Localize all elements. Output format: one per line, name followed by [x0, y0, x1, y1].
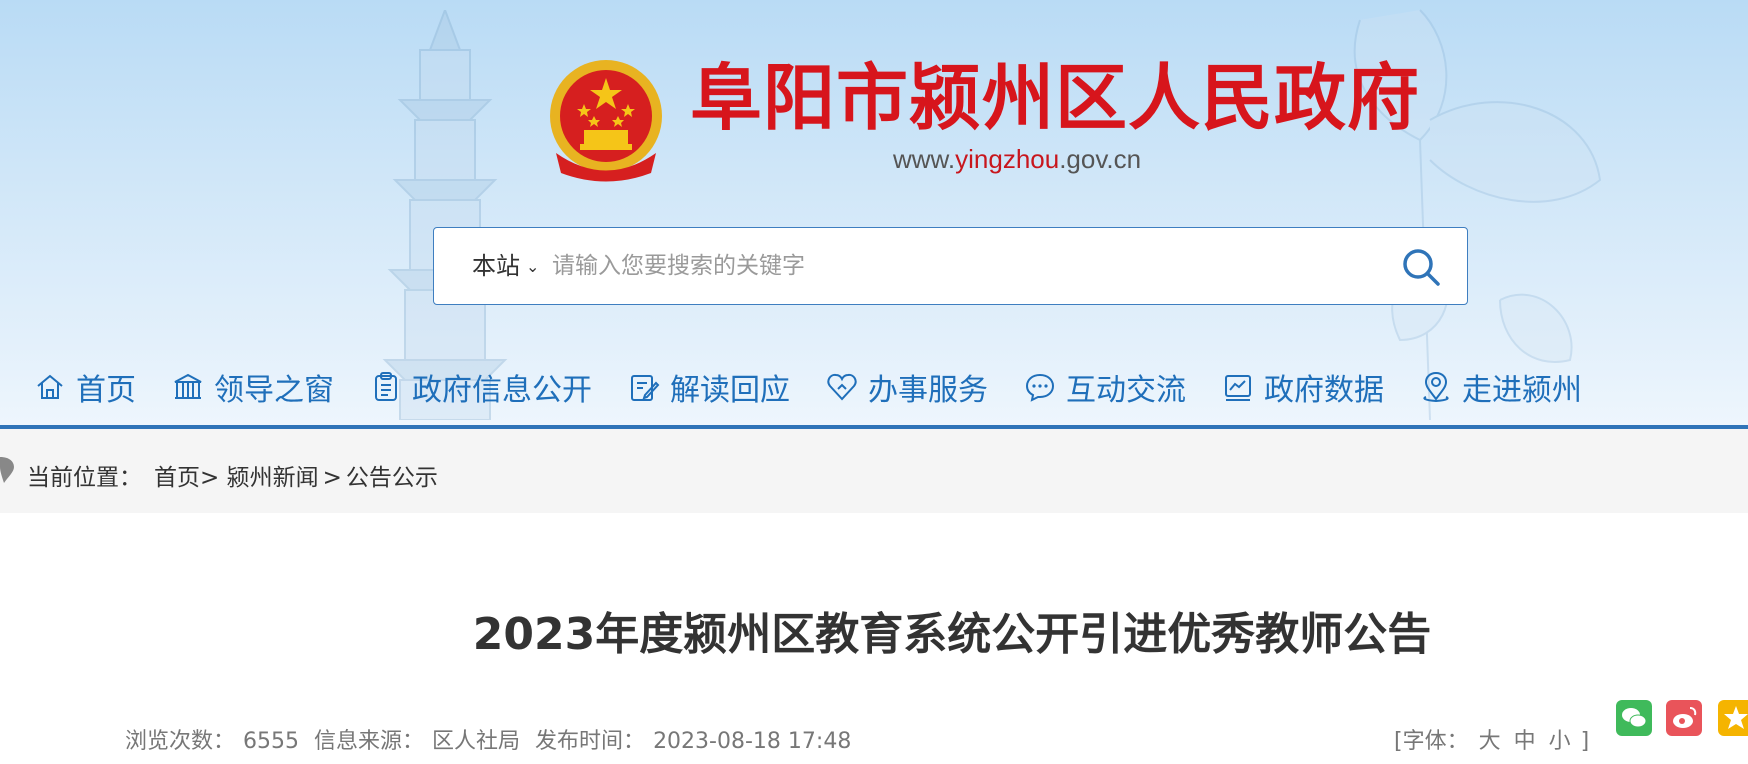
nav-item-home[interactable]: 首页	[34, 365, 136, 409]
font-size-controls: [字体： 大 中 小 ]	[1394, 723, 1589, 755]
nav-item-label: 政府数据	[1264, 373, 1384, 408]
edit-icon	[631, 375, 660, 401]
pagoda-illustration	[382, 10, 508, 420]
source-label: 信息来源：	[314, 729, 425, 754]
views-count: 6555	[243, 729, 300, 754]
chevron-down-icon: ⌄	[526, 257, 540, 276]
home-icon	[37, 374, 63, 399]
nav-item-label: 解读回应	[670, 373, 790, 408]
main-nav: 首页 领导之窗 政府信息公开 解读回应 办事服务 互动交流 政府数据 走进颍州	[34, 362, 1618, 412]
font-size-medium[interactable]: 中	[1514, 729, 1536, 754]
wechat-icon	[1622, 708, 1647, 728]
national-emblem-icon	[550, 60, 662, 182]
search-icon[interactable]	[1400, 246, 1442, 288]
chart-icon	[1225, 375, 1251, 401]
chat-icon	[1025, 373, 1055, 402]
nav-item-about-yingzhou[interactable]: 走进颍州	[1420, 365, 1582, 409]
favorite-button[interactable]	[1718, 700, 1748, 736]
font-size-close: ]	[1580, 729, 1590, 754]
location-icon	[1423, 371, 1449, 403]
font-size-small[interactable]: 小	[1549, 729, 1571, 754]
nav-item-label: 走进颍州	[1462, 373, 1582, 408]
nav-item-label: 政府信息公开	[412, 373, 592, 408]
breadcrumb-notices[interactable]: 公告公示	[346, 465, 438, 491]
site-title: 阜阳市颍州区人民政府	[690, 56, 1421, 140]
nav-item-interpretation[interactable]: 解读回应	[628, 365, 790, 409]
nav-item-services[interactable]: 办事服务	[826, 365, 988, 409]
nav-item-label: 领导之窗	[214, 373, 334, 408]
breadcrumb-home[interactable]: 首页	[154, 465, 200, 491]
heart-icon	[827, 373, 857, 401]
search-scope-label: 本站	[472, 252, 520, 280]
share-weibo-button[interactable]	[1666, 700, 1702, 736]
article-meta: 浏览次数： 6555 信息来源： 区人社局 发布时间： 2023-08-18 17:4…	[125, 723, 859, 755]
publish-date: 2023-08-18 17:48	[653, 729, 852, 754]
breadcrumb-trail: 首页> 颍州新闻 > 公告公示	[154, 458, 438, 492]
weibo-icon	[1673, 707, 1697, 728]
domain-highlight: yingzhou	[955, 144, 1060, 174]
building-icon	[174, 373, 202, 399]
breadcrumb-label: 当前位置：	[27, 465, 142, 491]
nav-item-label: 首页	[76, 373, 136, 408]
search-input[interactable]	[552, 244, 1372, 288]
clipboard-icon	[375, 372, 397, 401]
breadcrumb-separator: >	[200, 465, 220, 491]
source-value: 区人社局	[432, 729, 521, 754]
breadcrumb-separator: >	[322, 465, 342, 491]
breadcrumb: 当前位置： 首页> 颍州新闻 > 公告公示	[0, 429, 1748, 513]
share-wechat-button[interactable]	[1616, 700, 1652, 736]
article-title: 2023年度颍州区教育系统公开引进优秀教师公告	[472, 609, 1432, 660]
domain-suffix: .gov.cn	[1059, 144, 1142, 174]
nav-item-leaders[interactable]: 领导之窗	[172, 365, 334, 409]
views-label: 浏览次数：	[125, 729, 236, 754]
date-label: 发布时间：	[535, 729, 646, 754]
search-box: 本站 ⌄	[433, 227, 1468, 305]
font-size-large[interactable]: 大	[1479, 729, 1501, 754]
font-size-label: [字体：	[1394, 729, 1469, 754]
star-icon	[1724, 706, 1748, 729]
search-scope-select[interactable]: 本站 ⌄	[472, 228, 539, 304]
site-domain: www.yingzhou.gov.cn	[893, 144, 1141, 175]
site-header: 阜阳市颍州区人民政府 www.yingzhou.gov.cn 本站 ⌄ 首页 领导…	[0, 0, 1748, 428]
domain-prefix: www.	[893, 144, 956, 174]
breadcrumb-news[interactable]: 颍州新闻	[227, 465, 319, 491]
nav-item-interaction[interactable]: 互动交流	[1024, 365, 1186, 409]
nav-item-label: 互动交流	[1066, 373, 1186, 408]
nav-item-gov-data[interactable]: 政府数据	[1222, 365, 1384, 409]
nav-item-label: 办事服务	[868, 373, 988, 408]
nav-item-info-disclosure[interactable]: 政府信息公开	[370, 365, 592, 409]
location-pin-icon	[0, 457, 14, 483]
